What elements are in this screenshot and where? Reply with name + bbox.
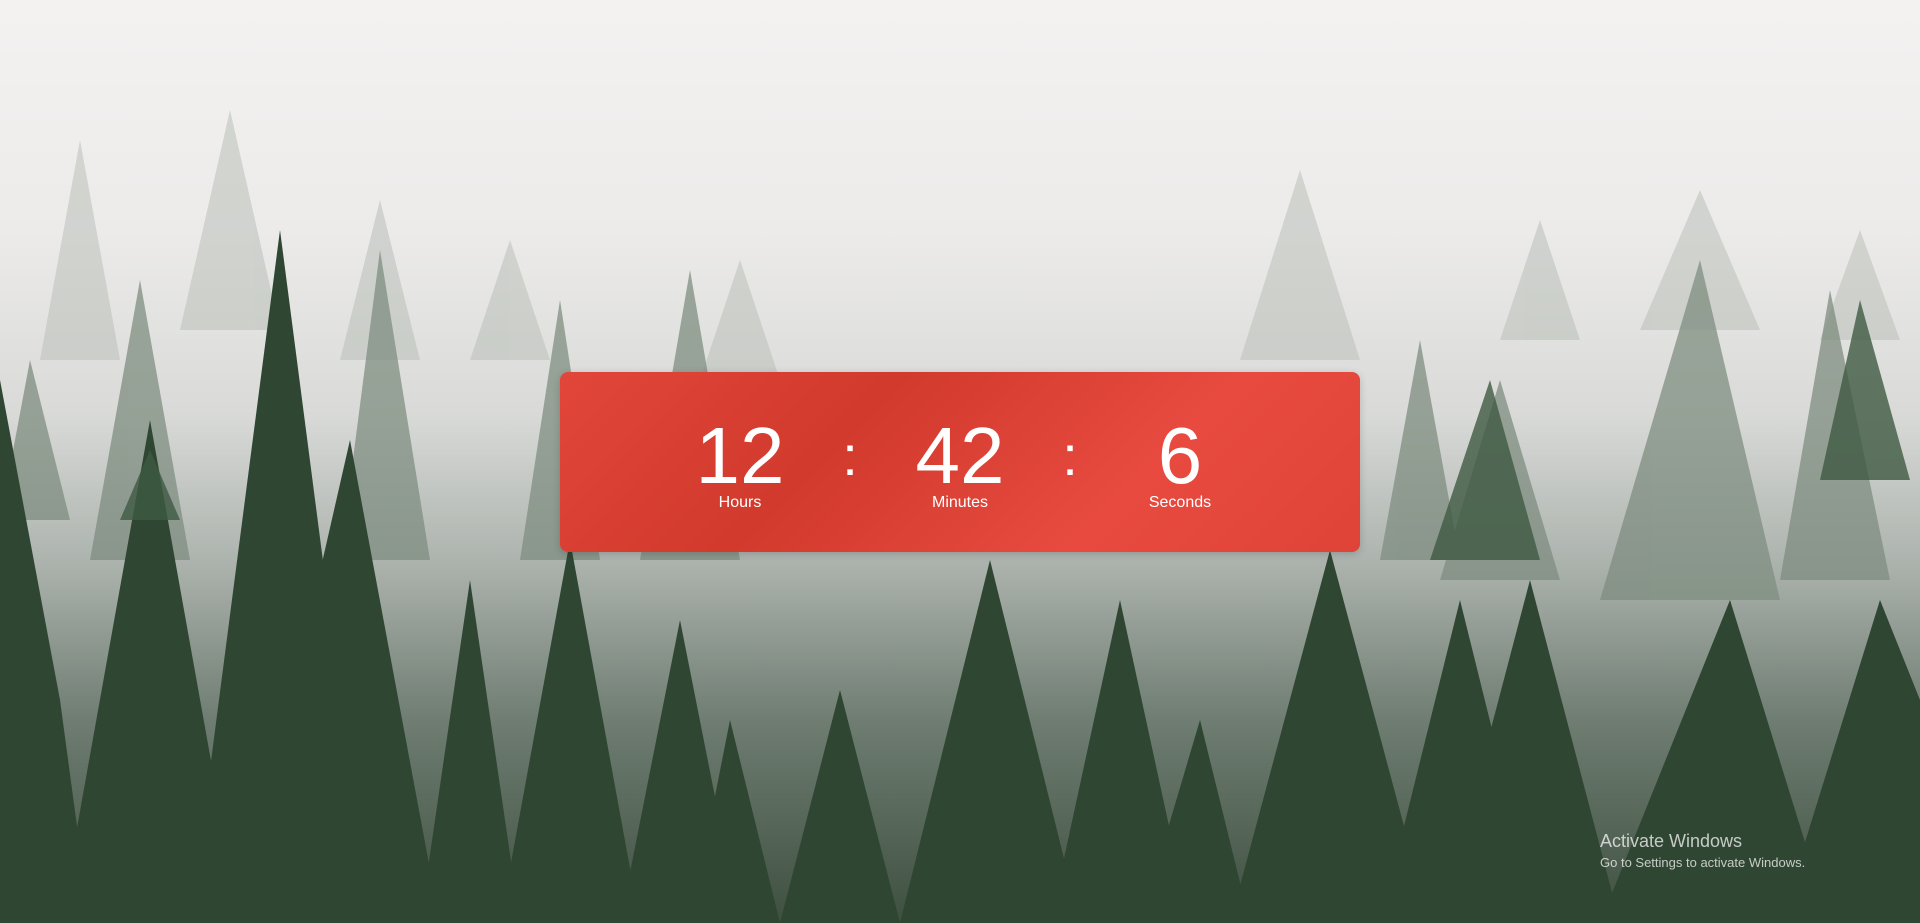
countdown-timer-card: 12 Hours : 42 Minutes : 6 Seconds [560,372,1360,552]
minutes-value: 42 [915,411,1005,500]
minutes-seconds-separator: : [1062,424,1078,487]
hours-minutes-separator: : [842,424,858,487]
watermark-title: Activate Windows [1600,831,1743,851]
watermark-subtitle: Go to Settings to activate Windows. [1600,855,1806,870]
seconds-value: 6 [1157,411,1203,500]
seconds-label: Seconds [1148,494,1212,511]
activate-windows-watermark: Activate Windows Go to Settings to activ… [1600,830,1805,872]
hours-value: 12 [695,411,785,500]
minutes-label: Minutes [931,494,989,511]
seconds-unit: 6 Seconds [1100,411,1260,512]
hours-label: Hours [718,494,762,511]
hours-unit: 12 Hours [660,411,820,512]
minutes-unit: 42 Minutes [880,411,1040,512]
